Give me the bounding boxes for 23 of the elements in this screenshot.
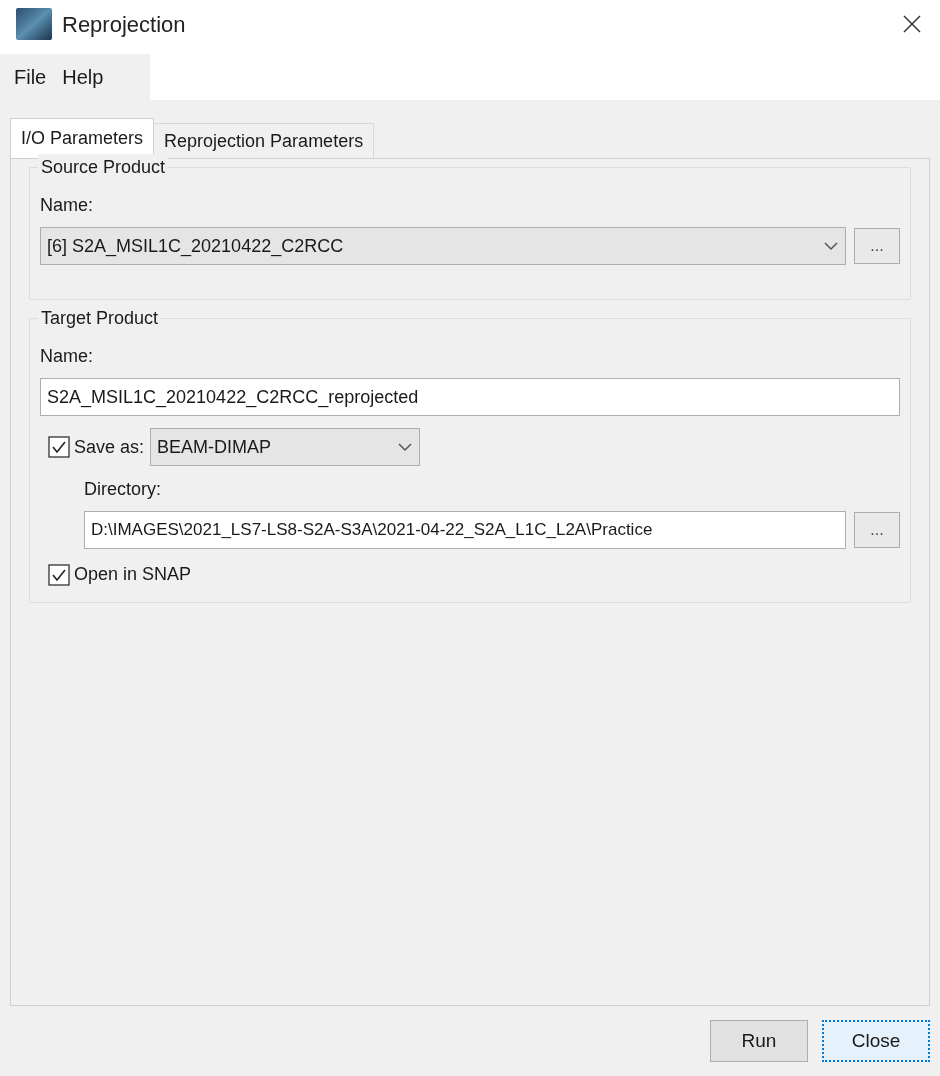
field-label: Name: [40,194,94,217]
tab[interactable]: I/O Parameters [10,118,155,158]
tab[interactable]: Reprojection Parameters [154,123,375,158]
field-label: Directory: [83,478,162,501]
format-dropdown[interactable]: BEAM-DIMAP [150,428,421,466]
caret-icon [823,241,839,251]
menu-item[interactable]: File [8,62,53,92]
browse-button[interactable]: ... [854,228,900,264]
checkbox-label: Open in SNAP [74,563,192,586]
app-logo-icon [16,8,52,40]
name-input[interactable]: S2A_MSIL1C_20210422_C2RCC_reprojected [40,378,900,416]
product-dropdown[interactable]: [6] S2A_MSIL1C_20210422_C2RCC [40,227,846,265]
browse-button[interactable]: ... [854,512,900,548]
window-title: Reprojection [62,10,186,39]
checkbox[interactable] [48,563,70,586]
directory-input[interactable]: D:\IMAGES\2021_LS7-LS8-S2A-S3A\2021-04-22_S2A_L1C_L2A\Practice [84,511,846,549]
field-label: Name: [40,345,94,368]
checkbox-label: Save as: [74,435,145,459]
caret-icon [397,442,414,452]
dialog-button[interactable]: Close [822,1020,930,1062]
menu-item[interactable]: Help [56,62,110,92]
checkbox[interactable] [48,436,70,458]
dialog-button[interactable]: Run [710,1020,808,1062]
